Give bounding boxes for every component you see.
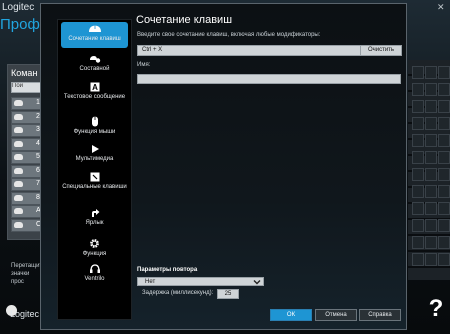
keyboard-key — [438, 236, 450, 249]
keystroke-label: Введите свое сочетание клавиш, включая л… — [137, 32, 321, 38]
cancel-button[interactable]: Отмена — [315, 309, 357, 321]
background-commands-title: Коман — [11, 68, 38, 78]
keyboard-key — [425, 253, 437, 266]
sidebar-item-label: Ventrilo — [84, 276, 105, 282]
keyboard-key — [438, 151, 450, 164]
gear-icon — [58, 238, 131, 249]
headset-icon — [58, 264, 131, 274]
dialog-title: Сочетание клавиш — [136, 14, 233, 26]
keyboard-key — [425, 185, 437, 198]
background-hint-text: Перетащите значки прос — [11, 263, 46, 285]
keyboard-key — [438, 134, 450, 147]
ok-button[interactable]: ОК — [270, 309, 312, 321]
multi-key-icon — [58, 54, 131, 64]
keyboard-key — [425, 134, 437, 147]
keyboard-key — [425, 219, 437, 232]
mouse-icon — [14, 208, 23, 214]
sidebar-item-label: Функция мыши — [73, 129, 116, 135]
mouse-icon — [14, 113, 23, 120]
sidebar-item-label: Мультимедиа — [75, 156, 114, 162]
help-icon[interactable]: ? — [425, 295, 447, 325]
keyboard-key — [438, 253, 450, 266]
help-button[interactable]: Справка — [359, 309, 401, 321]
keyboard-key — [412, 151, 424, 164]
play-icon — [58, 144, 131, 154]
sidebar-item-play[interactable]: Мультимедиа — [58, 142, 131, 166]
sidebar-item-shortcut-arrow[interactable]: Ярлык — [58, 206, 131, 230]
mouse-icon — [14, 181, 23, 187]
sidebar-item-mouse-button[interactable]: Функция мыши — [58, 114, 131, 138]
keyboard-key — [438, 100, 450, 113]
sidebar-item-mouse[interactable]: Сочетание клавиш — [61, 22, 128, 48]
keyboard-key — [425, 83, 437, 96]
sidebar-item-label: Составной — [79, 66, 110, 72]
chevron-down-icon[interactable] — [253, 278, 261, 286]
keyboard-key — [412, 236, 424, 249]
keyboard-key — [438, 66, 450, 79]
background-profile-title: Проф — [0, 16, 40, 33]
keyboard-key — [438, 202, 450, 215]
keyboard-key — [425, 236, 437, 249]
repeat-options-label: Параметры повтора — [137, 267, 198, 273]
mouse-icon — [14, 154, 23, 160]
keyboard-key — [438, 168, 450, 181]
sidebar-item-headset[interactable]: Ventrilo — [58, 262, 131, 292]
close-icon[interactable]: ✕ — [437, 2, 445, 13]
background-keyboard-image — [408, 60, 450, 280]
shortcut-arrow-icon — [58, 208, 131, 218]
sidebar-item-multi-key[interactable]: Составной — [58, 52, 131, 76]
text-a-icon: A — [58, 82, 131, 92]
sidebar-item-label: Ярлык — [85, 220, 104, 226]
keyboard-key — [412, 117, 424, 130]
mouse-icon — [14, 167, 23, 174]
sidebar-item-special-key[interactable]: Специальные клавиши — [58, 170, 131, 202]
keyboard-key — [412, 83, 424, 96]
delay-label: Задержка (миллисекунд): — [142, 290, 214, 296]
keyboard-key — [425, 100, 437, 113]
keyboard-key — [412, 168, 424, 181]
name-label: Имя: — [137, 62, 151, 68]
keyboard-key — [438, 83, 450, 96]
mouse-icon — [14, 194, 23, 201]
keyboard-key — [438, 117, 450, 130]
clear-button[interactable]: Очистить — [360, 45, 402, 56]
keyboard-key — [425, 151, 437, 164]
keyboard-key — [438, 219, 450, 232]
mouse-icon — [61, 24, 128, 34]
sidebar-item-text-a[interactable]: A Текстовое сообщение — [58, 80, 131, 112]
keyboard-key — [438, 185, 450, 198]
keyboard-key — [412, 100, 424, 113]
delay-input[interactable]: 25 — [217, 289, 239, 299]
sidebar-item-label: Специальные клавиши — [62, 184, 127, 190]
keyboard-key — [412, 202, 424, 215]
special-key-icon — [58, 172, 131, 182]
keyboard-key — [412, 253, 424, 266]
keyboard-key — [412, 66, 424, 79]
keyboard-key — [425, 117, 437, 130]
keyboard-key — [425, 66, 437, 79]
svg-text:A: A — [92, 83, 98, 92]
keyboard-key — [412, 134, 424, 147]
background-brand-text: Logitec — [2, 2, 35, 13]
name-input[interactable] — [137, 74, 401, 84]
keyboard-key — [425, 168, 437, 181]
sidebar-item-label: Сочетание клавиш — [68, 36, 121, 42]
mouse-icon — [14, 127, 23, 133]
repeat-options-select[interactable]: Нет — [137, 277, 264, 286]
mouse-icon — [14, 221, 23, 228]
keyboard-key — [412, 219, 424, 232]
mouse-button-icon — [58, 116, 131, 127]
keyboard-key — [425, 202, 437, 215]
background-footer-brand: Logitec — [10, 309, 40, 319]
mouse-icon — [14, 100, 23, 106]
mouse-icon — [14, 140, 23, 147]
sidebar-item-label: Текстовое сообщение — [63, 94, 126, 100]
keyboard-key — [412, 185, 424, 198]
sidebar-item-gear[interactable]: Функция — [58, 236, 131, 260]
sidebar-item-label: Функция — [82, 251, 107, 257]
keystroke-input[interactable]: Ctrl + X — [137, 45, 361, 56]
